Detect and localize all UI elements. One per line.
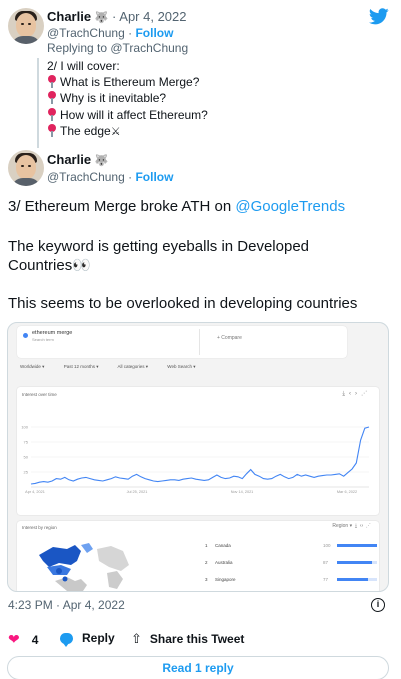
handle-line: @TrachChung · Follow (47, 26, 173, 40)
thread-connector (37, 58, 39, 148)
region-row: 3 Singapore 77 (205, 577, 377, 591)
avatar[interactable] (8, 150, 44, 186)
replying-to[interactable]: Replying to @TrachChung (47, 41, 188, 55)
tweet-text-line: Countries👀 (8, 257, 91, 274)
reply-label: Reply (82, 631, 115, 645)
search-term: ethereum merge (32, 330, 73, 336)
wolf-emoji-icon: 🐺 (94, 155, 109, 167)
filter-row: Worldwide ▾ Past 12 months ▾ All categor… (20, 364, 214, 370)
tweet-text-line: This seems to be overlooked in developin… (8, 295, 358, 312)
crossed-swords-icon: ⚔ (110, 125, 121, 138)
tweet-date[interactable]: Apr 4, 2022 (119, 9, 186, 24)
filter-category: All categories ▾ (117, 364, 149, 369)
wolf-emoji-icon: 🐺 (94, 12, 109, 24)
y-tick-label: 100 (21, 425, 28, 430)
reply-button[interactable]: Reply (60, 631, 115, 647)
pin-icon (47, 75, 57, 89)
region-value: 87 (323, 560, 329, 565)
like-button[interactable]: ❤ 4 (8, 631, 38, 648)
mention-link[interactable]: @GoogleTrends (235, 198, 345, 215)
share-label: Share this Tweet (149, 632, 245, 646)
quoted-line: 2/ I will cover: (47, 59, 120, 73)
x-tick-label: Mar 6, 2022 (337, 490, 357, 494)
quoted-tweet-body: 2/ I will cover: What is Ethereum Merge?… (47, 58, 208, 140)
interest-chart: 100 75 50 25 Apr 4, 2021 Jul 25, 2021 Nov 14, … (21, 425, 370, 494)
x-tick-label: Nov 14, 2021 (231, 490, 254, 494)
region-list: 1 Canada 100 2 Australia 87 3 Singapore … (205, 543, 377, 591)
y-tick-label: 25 (24, 470, 29, 475)
x-tick-label: Apr 4, 2021 (25, 490, 45, 494)
search-term-bar: ethereum merge Search term + Compare (17, 326, 347, 358)
search-term-type: Search term (32, 337, 54, 342)
author-name[interactable]: Charlie (47, 9, 91, 24)
handle-line: @TrachChung · Follow (47, 170, 173, 184)
filter-location: Worldwide ▾ (20, 364, 45, 369)
author-handle[interactable]: @TrachChung (47, 170, 125, 184)
compare-button: + Compare (217, 335, 242, 341)
author-line: Charlie 🐺 (47, 152, 108, 167)
region-name: Singapore (215, 577, 236, 582)
pin-icon (47, 123, 57, 137)
filter-period: Past 12 months ▾ (63, 364, 99, 369)
y-tick-label: 75 (24, 440, 29, 445)
quoted-line: How will it affect Ethereum? (47, 107, 208, 123)
tweet-text-line: 3/ Ethereum Merge broke ATH on @GoogleTr… (8, 198, 346, 215)
filter-search-type: Web Search ▾ (167, 364, 196, 369)
world-map (39, 543, 129, 591)
tweet-card: Charlie 🐺 · Apr 4, 2022 @TrachChung · Fo… (0, 0, 401, 679)
region-row: 2 Australia 87 (205, 560, 377, 577)
interest-over-time-panel: Interest over time ⤓‹›⋰ 100 75 50 25 Apr 4, … (17, 387, 379, 515)
follow-button[interactable]: Follow (135, 170, 173, 184)
share-icon: ⇧ (131, 631, 142, 646)
follow-button[interactable]: Follow (135, 26, 173, 40)
region-control: Region ▾ ⤓ ‹› ⋰ (332, 523, 371, 529)
tweet-timestamp[interactable]: 4:23 PM · Apr 4, 2022 (8, 598, 125, 612)
region-value: 100 (323, 543, 331, 548)
author-handle[interactable]: @TrachChung (47, 26, 125, 40)
x-tick-label: Jul 25, 2021 (127, 490, 148, 494)
quoted-line: Why is it inevitable? (47, 90, 208, 106)
read-replies-button[interactable]: Read 1 reply (7, 656, 389, 679)
author-name[interactable]: Charlie (47, 152, 91, 167)
heart-icon: ❤ (8, 631, 20, 647)
author-line: Charlie 🐺 · Apr 4, 2022 (47, 9, 187, 24)
info-icon[interactable]: i (371, 598, 385, 612)
term-color-dot (23, 333, 28, 338)
panel-title: Interest by region (22, 525, 57, 530)
y-tick-label: 50 (24, 455, 29, 460)
divider (199, 329, 200, 355)
region-name: Australia (215, 560, 233, 565)
pin-icon (47, 107, 57, 121)
quoted-line: The edge⚔ (47, 123, 208, 140)
tweet-image[interactable]: ethereum merge Search term + Compare Wor… (7, 322, 389, 592)
separator: · (128, 26, 133, 40)
region-bar (337, 561, 372, 564)
region-bar (337, 578, 368, 581)
quoted-line: What is Ethereum Merge? (47, 74, 208, 90)
region-value: 77 (323, 577, 329, 582)
region-bar (337, 544, 377, 547)
region-name: Canada (215, 543, 231, 548)
pin-icon (47, 91, 57, 105)
reply-icon (60, 632, 73, 647)
share-button[interactable]: ⇧ Share this Tweet (131, 631, 244, 647)
tweet-text-line: The keyword is getting eyeballs in Devel… (8, 238, 310, 255)
series-line (30, 426, 370, 485)
separator: · (112, 9, 117, 24)
separator: · (128, 170, 133, 184)
twitter-bird-icon[interactable] (369, 8, 389, 25)
avatar[interactable] (8, 8, 44, 44)
like-count: 4 (31, 632, 39, 647)
region-row: 1 Canada 100 (205, 543, 377, 560)
interest-by-region-panel: Interest by region Region ▾ ⤓ ‹› ⋰ 1 Can… (17, 521, 379, 591)
